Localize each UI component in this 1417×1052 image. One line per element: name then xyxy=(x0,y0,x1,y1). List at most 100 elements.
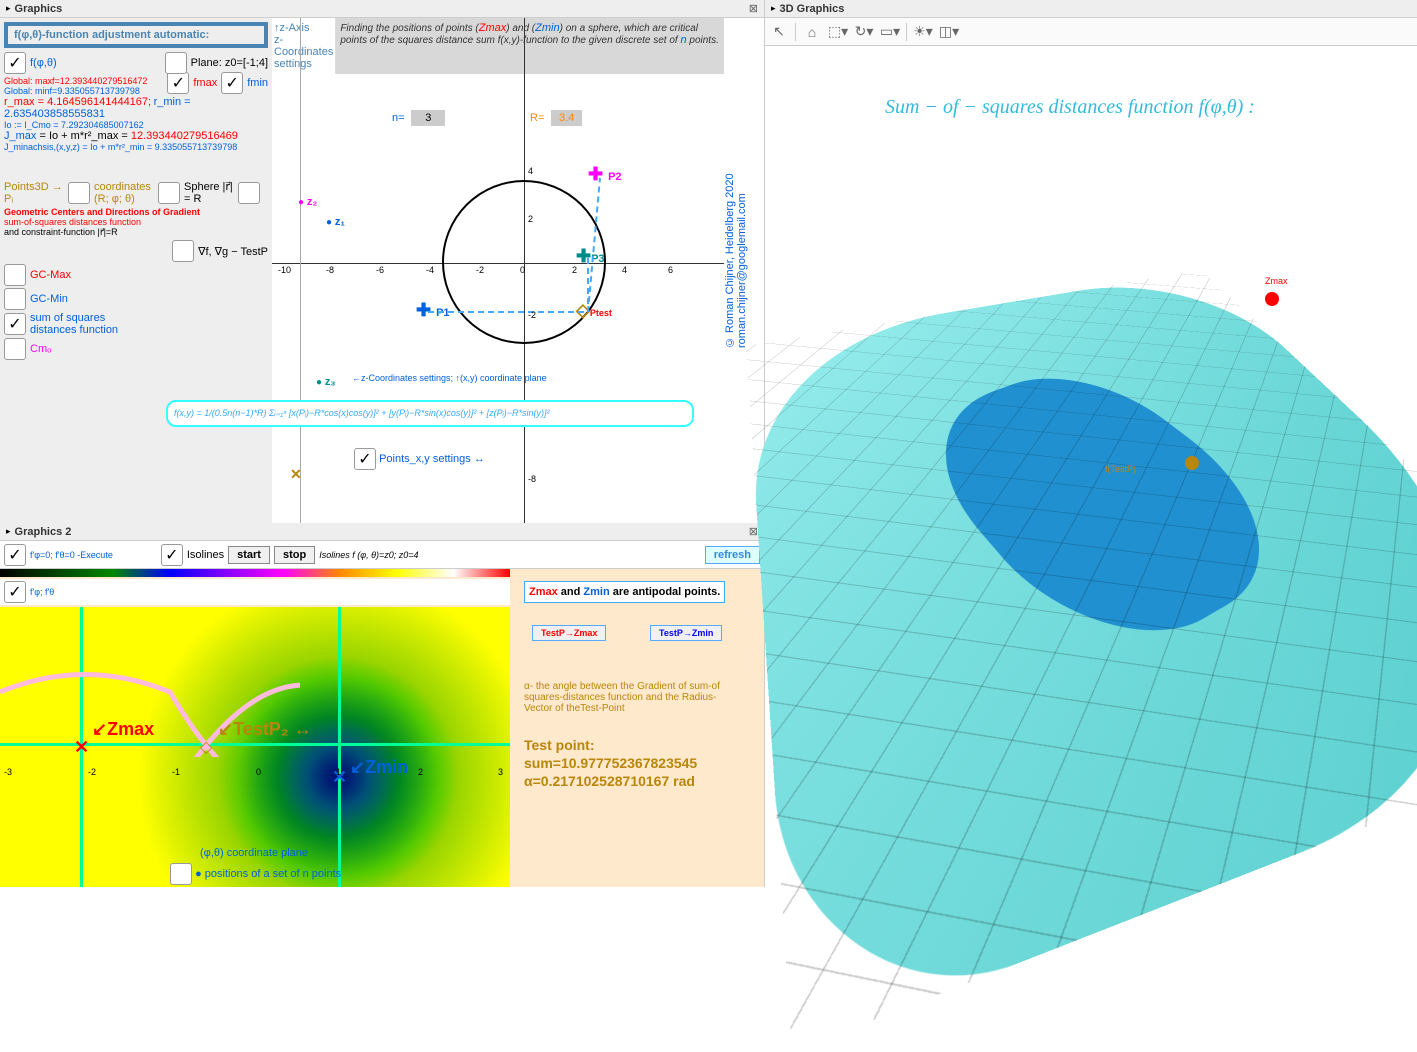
tick-n4: -4 xyxy=(426,265,434,275)
panel-title: Graphics 2 xyxy=(15,526,72,538)
tick-n1: -1 xyxy=(172,767,180,777)
tick-1: 1 xyxy=(336,767,341,777)
chk-sphere[interactable] xyxy=(238,182,260,204)
testp-zmax-button[interactable]: TestP→Zmax xyxy=(532,625,606,641)
coord-plane-lbl: (φ,θ) coordinate plane xyxy=(200,847,308,859)
chk-cmo[interactable] xyxy=(4,338,26,360)
close-icon[interactable]: ⊠ xyxy=(749,2,758,15)
r-label: R= xyxy=(530,112,544,124)
credit: © Roman Chijner, Heidelberg 2020 roman.c… xyxy=(724,88,748,348)
graphics-panel-header: ▸ Graphics ⊠ xyxy=(0,0,764,18)
align-icon[interactable]: ⬚▾ xyxy=(828,22,848,42)
chk-pointsxy[interactable] xyxy=(354,448,376,470)
lbl-zmin: ↙Zmin xyxy=(350,757,408,778)
pt-z3[interactable]: ● z₃ xyxy=(316,376,335,388)
tick-yn8: -8 xyxy=(528,474,536,484)
tick-n6: -6 xyxy=(376,265,384,275)
tick-6: 6 xyxy=(668,265,673,275)
chk-isolines[interactable] xyxy=(161,544,183,566)
tick-2: 2 xyxy=(418,767,423,777)
chk-points3d[interactable] xyxy=(68,182,90,204)
tick-n10: -10 xyxy=(278,265,291,275)
refresh-button[interactable]: refresh xyxy=(705,546,760,564)
pt-z1[interactable]: ● z₁ xyxy=(326,216,345,228)
home-icon[interactable]: ⌂ xyxy=(802,22,822,42)
chk-sumsq[interactable] xyxy=(4,313,26,335)
light-icon[interactable]: ☀▾ xyxy=(913,22,933,42)
r-value[interactable]: 3.4 xyxy=(551,110,582,126)
graphics3d-panel-header: ▸ 3D Graphics xyxy=(765,0,1417,18)
chk-coords[interactable] xyxy=(158,182,180,204)
sum-val: sum=10.977752367823545 xyxy=(524,755,697,771)
graphics2-panel-header: ▸ Graphics 2 ⊠ xyxy=(0,523,764,541)
pt-z4[interactable]: ✕ xyxy=(290,466,302,483)
lbl-cmo: Cmₒ xyxy=(30,343,51,355)
chk-exec[interactable] xyxy=(4,544,26,566)
lbl-zmax: ↙Zmax xyxy=(92,719,154,740)
collapse-icon[interactable]: ▸ xyxy=(771,3,776,14)
surface xyxy=(746,270,1417,1052)
tick-n2: -2 xyxy=(476,265,484,275)
viewport-3d[interactable]: Sum − of − squares distances function f(… xyxy=(765,46,1417,887)
lbl-isolines: Isolines xyxy=(187,549,224,561)
coordinate-plane[interactable]: n= 3 R= 3.4 ● z₂ ● z₁ ● z₃ ✕ ✚ P1 ✚ P2 ✚… xyxy=(272,18,764,523)
lbl-f: f(φ,θ) xyxy=(30,57,57,69)
lbl-grad: ∇f, ∇g − TestP xyxy=(198,245,268,258)
chk-fder[interactable] xyxy=(4,581,26,603)
tick-0: 0 xyxy=(520,265,525,275)
pt-p2[interactable]: ✚ P2 xyxy=(588,164,622,185)
chk-f[interactable] xyxy=(4,52,26,74)
lbl-fder: f'φ; f'θ xyxy=(30,587,54,597)
view-icon[interactable]: ▭▾ xyxy=(880,22,900,42)
chk-fmax[interactable] xyxy=(167,72,189,94)
chk-fmin[interactable] xyxy=(221,72,243,94)
pt-p1[interactable]: ✚ P1 xyxy=(416,300,450,321)
surface-grid xyxy=(746,270,1417,1052)
rotate-icon[interactable]: ↻▾ xyxy=(854,22,874,42)
chk-gcmax[interactable] xyxy=(4,264,26,286)
grid-v2 xyxy=(338,607,341,887)
toolbar-3d: ↖ ⌂ ⬚▾ ↻▾ ▭▾ ☀▾ ◫▾ xyxy=(765,18,1417,46)
testp-zmin-button[interactable]: TestP→Zmin xyxy=(650,625,722,641)
chk-gcmin[interactable] xyxy=(4,288,26,310)
chk-grad[interactable] xyxy=(172,240,194,262)
lbl-gcmax: GC-Max xyxy=(30,269,71,281)
close-icon[interactable]: ⊠ xyxy=(749,525,758,538)
alpha-val: α=0.217102528710167 rad xyxy=(524,773,695,789)
zmax-lbl: Zmax xyxy=(1265,276,1288,286)
collapse-icon[interactable]: ▸ xyxy=(6,3,11,14)
gc-sub2: and constraint-function |r⃗|=R xyxy=(4,227,268,238)
adjustment-label: f(φ,θ)-function adjustment automatic: xyxy=(4,22,268,48)
stop-button[interactable]: stop xyxy=(274,546,315,564)
tick-2: 2 xyxy=(572,265,577,275)
ftest-lbl: f(TestP) xyxy=(1105,464,1136,474)
pt-p3[interactable]: ✚P3 xyxy=(576,246,605,267)
tick-3: 3 xyxy=(498,767,503,777)
start-button[interactable]: start xyxy=(228,546,270,564)
pt-z2[interactable]: ● z₂ xyxy=(298,196,317,208)
lbl-sphere: Sphere |r⃗| = R xyxy=(184,180,234,205)
cube-icon[interactable]: ◫▾ xyxy=(939,22,959,42)
jmax: J_max = Io + m*r²_max = 12.3934402795164… xyxy=(4,130,238,142)
zcoord-label: ←z-Coordinates settings; ↑(x,y) coordina… xyxy=(352,373,547,383)
plot-zmax[interactable]: ✕ xyxy=(74,737,89,758)
contour-plot[interactable]: ✕ ↙Zmax ◇ ↙TestP₂ ↔ ✕ ↙Zmin -3 -2 -1 0 1… xyxy=(0,607,510,887)
io: Io := I_Cmo = 7.292304685007162 xyxy=(4,120,268,130)
pt-test[interactable]: ◇Ptest xyxy=(576,300,612,321)
z-axis xyxy=(300,18,301,523)
tick-n3: -3 xyxy=(4,767,12,777)
lbl-plane: Plane: z0=[-1;4] xyxy=(191,57,268,69)
lbl-coords: coordinates (R; φ; θ) xyxy=(94,181,154,205)
panel-title: 3D Graphics xyxy=(780,3,845,15)
chk-plane[interactable] xyxy=(165,52,187,74)
iso-lbl: Isolines f (φ, θ)=z0; z0=4 xyxy=(319,550,418,560)
controls-sidebar: f(φ,θ)-function adjustment automatic: f(… xyxy=(0,18,272,523)
collapse-icon[interactable]: ▸ xyxy=(6,526,11,537)
plot-testp[interactable]: ◇ xyxy=(200,737,212,757)
lbl-testp: ↙TestP₂ ↔ xyxy=(218,719,312,740)
tick-yn2: -2 xyxy=(528,310,536,320)
cursor-icon[interactable]: ↖ xyxy=(769,22,789,42)
n-value[interactable]: 3 xyxy=(411,110,445,126)
chk-positions[interactable] xyxy=(170,863,192,885)
lbl-fmax: fmax xyxy=(193,77,217,89)
